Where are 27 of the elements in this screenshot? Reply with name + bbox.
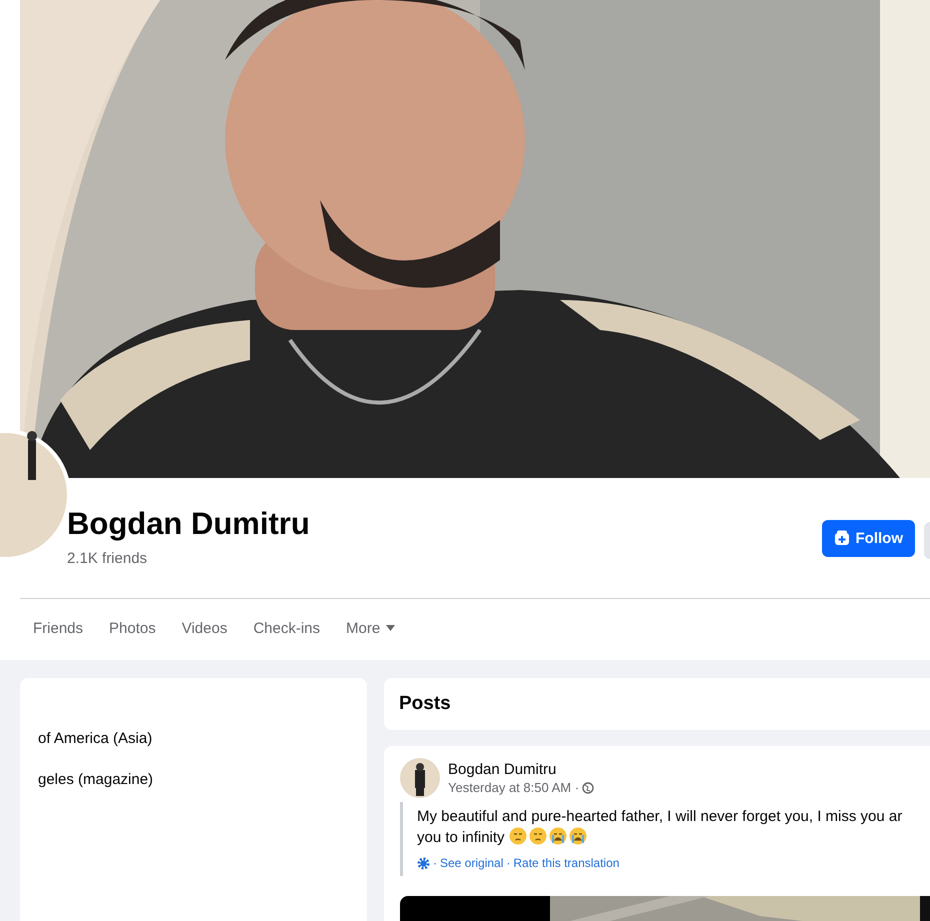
crying-face-icon — [548, 827, 567, 845]
see-original-link[interactable]: See original — [440, 856, 504, 870]
profile-tab[interactable]: More — [333, 599, 408, 660]
follow-icon — [834, 530, 850, 546]
post-text: My beautiful and pure-hearted father, I will never forget you, I miss you ar you to infinity — [417, 807, 904, 848]
intro-text: geles (magazine) — [38, 771, 154, 788]
separator-dot: · — [433, 856, 437, 870]
profile-tab[interactable]: Check-ins — [240, 599, 334, 660]
follow-button[interactable]: Follow — [822, 520, 915, 556]
sad-face-icon — [528, 827, 547, 845]
profile-name: Bogdan Dumitru — [67, 506, 310, 542]
intro-text: of America (Asia) — [38, 730, 154, 747]
profile-tab[interactable]: Photos — [96, 599, 169, 660]
caret-icon — [386, 625, 396, 631]
post-author[interactable]: Bogdan Dumitru — [448, 761, 594, 778]
sad-face-icon — [508, 827, 527, 845]
profile-tab[interactable]: Friends — [20, 599, 96, 660]
avatar[interactable] — [400, 758, 440, 798]
posts-header: Posts — [384, 678, 930, 730]
rate-translation-link[interactable]: Rate this translation — [513, 856, 620, 870]
profile-tab[interactable]: Videos — [168, 599, 240, 660]
globe-icon — [582, 782, 594, 794]
crying-face-icon — [568, 827, 587, 845]
post-time[interactable]: Yesterday at 8:50 AM · — [448, 780, 580, 795]
friends-count[interactable]: 2.1K friends — [67, 550, 310, 566]
separator-dot: · — [506, 856, 510, 870]
settings-icon[interactable] — [417, 856, 430, 870]
